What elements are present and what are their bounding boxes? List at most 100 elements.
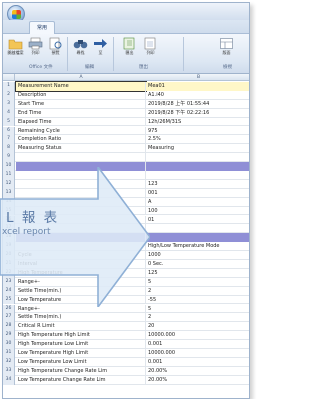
office-logo-icon <box>12 10 21 19</box>
cell-a[interactable] <box>16 153 146 163</box>
callout-subtitle: xcel report <box>2 227 51 237</box>
row-number[interactable]: 31 <box>3 349 15 358</box>
print-preview-icon <box>49 37 62 50</box>
cell-a[interactable]: Start Time <box>16 99 146 109</box>
cell-b[interactable]: 5 <box>146 278 249 287</box>
find-button[interactable]: 尋找 <box>71 37 90 61</box>
cell-b[interactable]: 0.001 <box>146 358 249 367</box>
cell-a[interactable]: High Temperature High Limit <box>16 331 146 341</box>
cell-b[interactable]: 1000 <box>146 251 249 260</box>
export-button[interactable]: 匯出 <box>120 37 139 61</box>
table-row: 6 Remaining Cycle 975 <box>3 126 249 136</box>
column-header-a[interactable]: A <box>16 74 146 81</box>
arrow-right-icon <box>94 39 107 48</box>
table-row: 30 High Temperature Low Limit 0.001 <box>3 340 249 349</box>
cell-b[interactable] <box>146 162 249 171</box>
row-number[interactable]: 34 <box>3 375 15 385</box>
cell-a[interactable]: High Temperature Low Limit <box>16 340 146 349</box>
cell-b[interactable]: 2 <box>146 313 249 322</box>
cell-a[interactable]: Description <box>16 90 146 100</box>
cell-b[interactable]: 0 Sec. <box>146 260 249 269</box>
button-label: 至 <box>98 50 103 55</box>
button-label: 版面 <box>222 50 231 55</box>
table-row: 28 Critical R Limit 20 <box>3 322 249 332</box>
row-number[interactable]: 9 <box>3 153 15 163</box>
row-number[interactable]: 5 <box>3 117 15 127</box>
cell-b[interactable]: 20.00% <box>146 367 249 376</box>
cell-b[interactable]: 123 <box>146 180 249 189</box>
cell-a[interactable]: Completion Ratio <box>16 135 146 145</box>
cell-b[interactable]: 2.5% <box>146 135 249 144</box>
cell-b[interactable]: 975 <box>146 127 249 136</box>
cell-b[interactable]: High/Low Temperature Mode <box>146 242 249 251</box>
layout-icon <box>220 38 233 49</box>
excel-report-callout: L 報 表 xcel report <box>0 167 150 307</box>
cell-b[interactable]: 0.001 <box>146 340 249 349</box>
goto-button[interactable]: 至 <box>91 37 110 61</box>
row-number[interactable]: 4 <box>3 108 15 118</box>
cell-b[interactable]: 5 <box>146 305 249 314</box>
preview-button[interactable]: 預覽 <box>46 37 65 61</box>
tab-home[interactable]: 常用 <box>29 21 55 34</box>
row-number[interactable]: 7 <box>3 135 15 145</box>
row-number[interactable]: 27 <box>3 313 15 323</box>
cell-b[interactable]: 2019/8/28 上午 01:55:44 <box>146 100 249 109</box>
button-label: 預覽 <box>51 50 60 55</box>
row-number[interactable]: 8 <box>3 144 15 154</box>
cell-b[interactable]: 001 <box>146 189 249 198</box>
print-button[interactable]: 列印 <box>26 37 45 61</box>
cell-b[interactable] <box>146 153 249 162</box>
binoculars-icon <box>73 40 88 49</box>
cell-b[interactable]: -55 <box>146 296 249 305</box>
row-number[interactable]: 29 <box>3 331 15 341</box>
select-all-corner[interactable] <box>3 74 15 81</box>
cell-a[interactable]: Low Temperature High Limit <box>16 349 146 358</box>
table-row: 34 Low Temperature Change Rate Lim 20.00% <box>3 375 249 385</box>
ribbon-tab-row: 常用 <box>3 20 249 34</box>
column-header-b[interactable]: B <box>146 74 249 81</box>
cell-b[interactable]: 10000.000 <box>146 349 249 358</box>
cell-b[interactable]: Mea01 <box>146 82 249 91</box>
cell-a[interactable]: Low Temperature Change Rate Lim <box>16 375 146 385</box>
cell-a[interactable]: Critical R Limit <box>16 322 146 332</box>
group-divider <box>113 37 114 71</box>
row-number[interactable]: 6 <box>3 126 15 136</box>
cell-a[interactable]: Elapsed Time <box>16 117 146 127</box>
row-number[interactable]: 28 <box>3 322 15 332</box>
cell-a[interactable]: Measurement Name <box>15 81 147 92</box>
table-row: 32 Low Temperature Low Limit 0.001 <box>3 357 249 367</box>
cell-b[interactable]: 20.00% <box>146 376 249 385</box>
cell-b[interactable]: 2 <box>146 287 249 296</box>
row-number[interactable]: 1 <box>3 82 15 91</box>
row-number[interactable]: 3 <box>3 99 15 109</box>
table-row: 5 Elapsed Time 12h/26M/31S <box>3 117 249 127</box>
table-row: 31 Low Temperature High Limit 10000.000 <box>3 349 249 358</box>
print-export-button[interactable]: 列印 <box>141 37 160 61</box>
cell-a[interactable]: Low Temperature Low Limit <box>16 357 146 367</box>
table-row: 3 Start Time 2019/8/28 上午 01:55:44 <box>3 99 249 109</box>
cell-b[interactable]: 10000.000 <box>146 331 249 340</box>
row-number[interactable]: 32 <box>3 357 15 367</box>
row-number[interactable]: 30 <box>3 340 15 349</box>
cell-a[interactable]: End Time <box>16 108 146 118</box>
cell-b[interactable]: Measuring <box>146 144 249 153</box>
table-row: 4 End Time 2019/8/28 下午 02:22:16 <box>3 108 249 118</box>
cell-a[interactable]: Settle Time(min.) <box>16 313 146 323</box>
table-row: 29 High Temperature High Limit 10000.000 <box>3 331 249 341</box>
button-label: 列印 <box>146 50 155 55</box>
cell-b[interactable]: 20 <box>146 322 249 331</box>
row-number[interactable]: 2 <box>3 90 15 100</box>
open-file-button[interactable]: 開啟檔案 <box>6 37 25 61</box>
ribbon: 開啟檔案 列印 預覽 尋找 至 匯出 列印 版面 Office 文件 編輯 匯出… <box>3 34 249 74</box>
cell-b[interactable]: 2019/8/28 下午 02:22:16 <box>146 109 249 118</box>
cell-b[interactable]: A1.i40 <box>146 91 249 100</box>
cell-a[interactable]: Measuring Status <box>16 144 146 154</box>
cell-a[interactable]: Remaining Cycle <box>16 126 146 136</box>
print-icon <box>144 37 156 50</box>
cell-b[interactable] <box>146 171 249 180</box>
cell-b[interactable]: 125 <box>146 269 249 278</box>
cell-a[interactable]: High Temperature Change Rate Lim <box>16 366 146 376</box>
layout-button[interactable]: 版面 <box>217 37 236 61</box>
row-number[interactable]: 33 <box>3 366 15 376</box>
cell-b[interactable]: 12h/26M/31S <box>146 118 249 127</box>
